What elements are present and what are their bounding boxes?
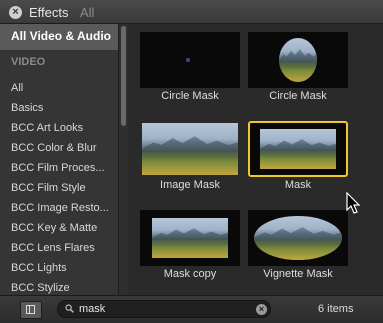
sidebar-item-bcc-art-looks[interactable]: BCC Art Looks	[0, 118, 118, 138]
sidebar-scrollbar-thumb[interactable]	[121, 26, 126, 126]
effect-label: Mask	[284, 179, 312, 191]
effect-tile-mask-copy[interactable]: Mask copy	[140, 210, 240, 290]
window-title: Effects	[29, 5, 69, 20]
item-count: 6 items	[318, 303, 354, 315]
category-sidebar: All Video & Audio VIDEO All Basics BCC A…	[0, 24, 128, 295]
effect-thumbnail	[248, 210, 348, 266]
effect-tile-circle-mask-2[interactable]: Circle Mask	[248, 32, 348, 112]
window-subtitle: All	[80, 5, 95, 20]
effect-tile-circle-mask[interactable]: Circle Mask	[140, 32, 240, 112]
search-input[interactable]	[79, 302, 249, 316]
sidebar-toggle-button[interactable]	[20, 301, 42, 319]
sidebar-item-bcc-image-restoration[interactable]: BCC Image Resto...	[0, 198, 118, 218]
effects-grid: Circle Mask Circle Mask Image Mask Mask	[128, 24, 383, 295]
effect-label: Circle Mask	[269, 90, 327, 102]
sidebar-item-all-video-audio[interactable]: All Video & Audio	[0, 24, 118, 50]
search-icon	[65, 304, 74, 313]
effect-tile-mask[interactable]: Mask	[248, 121, 348, 201]
effect-tile-vignette-mask[interactable]: Vignette Mask	[248, 210, 348, 290]
effect-label: Vignette Mask	[263, 268, 333, 280]
effect-label: Image Mask	[160, 179, 220, 191]
effect-thumbnail	[140, 210, 240, 266]
sidebar-item-bcc-film-process[interactable]: BCC Film Proces...	[0, 158, 118, 178]
sidebar-item-bcc-lights[interactable]: BCC Lights	[0, 258, 118, 278]
effect-tile-image-mask[interactable]: Image Mask	[140, 121, 240, 201]
sidebar-item-all[interactable]: All	[0, 78, 118, 98]
sidebar-section-video: VIDEO	[11, 56, 46, 68]
close-icon[interactable]: ×	[9, 6, 22, 19]
clear-search-icon[interactable]: ×	[256, 304, 267, 315]
title-bar: × Effects All	[0, 0, 383, 24]
sidebar-item-bcc-film-style[interactable]: BCC Film Style	[0, 178, 118, 198]
sidebar-item-bcc-key-matte[interactable]: BCC Key & Matte	[0, 218, 118, 238]
sidebar-scrollbar[interactable]	[118, 24, 128, 295]
effect-thumbnail	[248, 121, 348, 177]
effect-label: Circle Mask	[161, 90, 219, 102]
sidebar-item-bcc-stylize[interactable]: BCC Stylize	[0, 278, 118, 295]
effect-label: Mask copy	[163, 268, 217, 280]
bottom-bar: × 6 items	[0, 295, 383, 323]
effects-browser: × Effects All All Video & Audio VIDEO Al…	[0, 0, 383, 323]
effect-thumbnail	[140, 32, 240, 88]
sidebar-item-bcc-color-blur[interactable]: BCC Color & Blur	[0, 138, 118, 158]
search-field[interactable]: ×	[57, 300, 271, 318]
effect-thumbnail	[248, 32, 348, 88]
sidebar-toggle-icon	[26, 305, 35, 314]
effect-thumbnail	[140, 121, 240, 177]
cursor-icon	[346, 192, 361, 214]
sidebar-item-bcc-lens-flares[interactable]: BCC Lens Flares	[0, 238, 118, 258]
sidebar-item-basics[interactable]: Basics	[0, 98, 118, 118]
